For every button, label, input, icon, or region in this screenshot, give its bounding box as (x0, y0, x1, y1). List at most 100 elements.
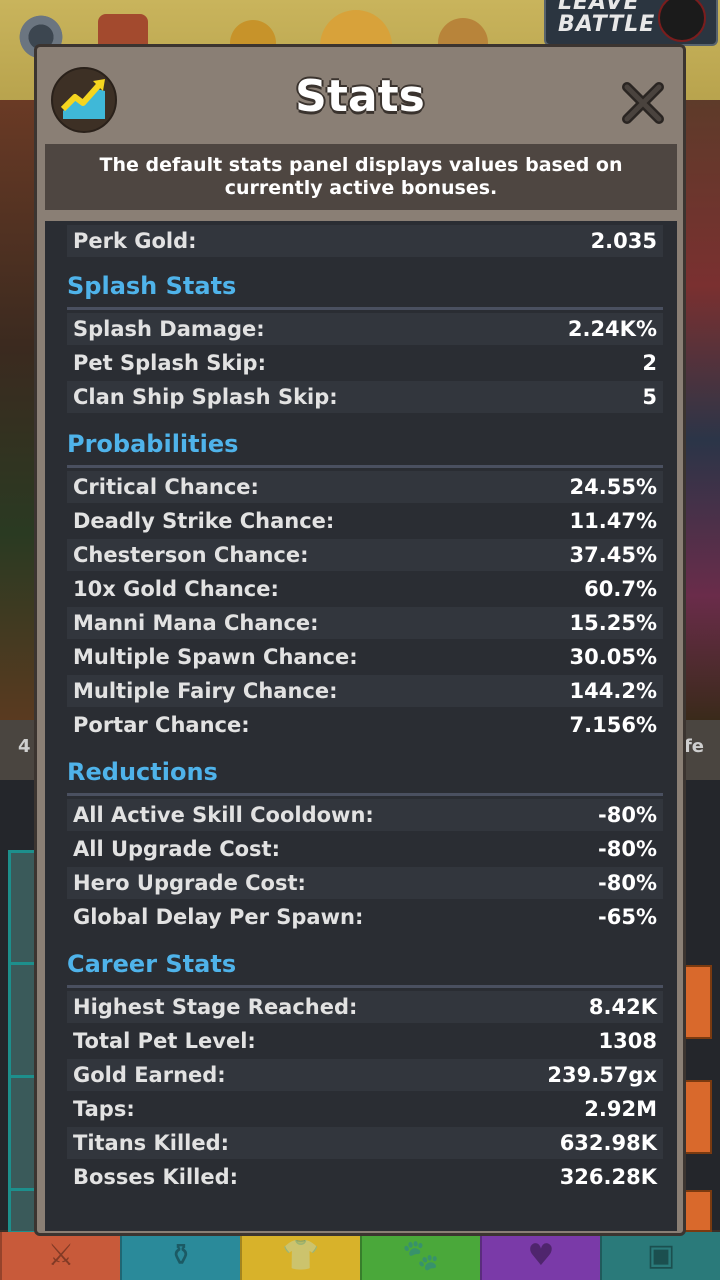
stat-row: Clan Ship Splash Skip: 5 (67, 381, 663, 413)
stat-label: Multiple Spawn Chance: (73, 645, 358, 669)
stat-value: 1308 (598, 1029, 657, 1053)
stat-row: Global Delay Per Spawn: -65% (67, 901, 663, 933)
stat-value: 15.25% (569, 611, 657, 635)
section-title: Reductions (67, 758, 218, 786)
stat-label: Manni Mana Chance: (73, 611, 319, 635)
section-title: Career Stats (67, 950, 237, 978)
bottom-tab-potion[interactable]: ⚱ (120, 1232, 240, 1280)
upgrade-button-bg (684, 1190, 712, 1232)
section-title: Probabilities (67, 430, 239, 458)
stat-value: 11.47% (569, 509, 657, 533)
strip-left-text: 4 (18, 736, 31, 757)
stat-label: Titans Killed: (73, 1131, 230, 1155)
stat-label: Bosses Killed: (73, 1165, 239, 1189)
boss-face-icon (658, 0, 706, 42)
stat-value: 7.156% (569, 713, 657, 737)
section-divider (67, 985, 663, 988)
stat-row: Gold Earned: 239.57gx (67, 1059, 663, 1091)
stat-label: Perk Gold: (73, 229, 197, 253)
close-icon (622, 82, 664, 124)
close-button[interactable] (619, 79, 667, 127)
stat-label: Gold Earned: (73, 1063, 226, 1087)
stat-label: Pet Splash Skip: (73, 351, 266, 375)
stat-row: Pet Splash Skip: 2 (67, 347, 663, 379)
stat-row: Hero Upgrade Cost: -80% (67, 867, 663, 899)
shirt-icon: 👕 (282, 1238, 320, 1273)
shop-icon: ▣ (646, 1238, 676, 1273)
section-title: Splash Stats (67, 272, 237, 300)
stat-row: Multiple Spawn Chance: 30.05% (67, 641, 663, 673)
stat-value: 30.05% (569, 645, 657, 669)
stat-label: Clan Ship Splash Skip: (73, 385, 338, 409)
stat-value: -80% (598, 837, 657, 861)
section-divider (67, 465, 663, 468)
stat-label: Hero Upgrade Cost: (73, 871, 306, 895)
bottom-tab-pet[interactable]: 🐾 (360, 1232, 480, 1280)
stat-row-perk-gold: Perk Gold: 2.035 (67, 225, 663, 257)
stat-value: 2.035 (590, 229, 657, 253)
stat-value: 60.7% (584, 577, 657, 601)
strip-right-text: fe (683, 736, 704, 757)
stat-value: 144.2% (569, 679, 657, 703)
stats-scroll-list[interactable]: Perk Gold: 2.035 Splash Stats Splash Dama… (45, 221, 677, 1231)
stat-value: 326.28K (559, 1165, 657, 1189)
stat-value: 37.45% (569, 543, 657, 567)
stat-label: Total Pet Level: (73, 1029, 256, 1053)
stat-value: 632.98K (559, 1131, 657, 1155)
stat-row: Titans Killed: 632.98K (67, 1127, 663, 1159)
stat-label: Multiple Fairy Chance: (73, 679, 338, 703)
stat-row: Multiple Fairy Chance: 144.2% (67, 675, 663, 707)
stat-value: -80% (598, 803, 657, 827)
stat-value: -80% (598, 871, 657, 895)
stat-value: 5 (642, 385, 657, 409)
stat-row: Splash Damage: 2.24K% (67, 313, 663, 345)
pet-icon: 🐾 (402, 1238, 440, 1273)
stat-label: Portar Chance: (73, 713, 250, 737)
leave-battle-label: LEAVE BATTLE (558, 0, 656, 37)
stat-label: Global Delay Per Spawn: (73, 905, 364, 929)
bottom-nav-bar: ⚔ ⚱ 👕 🐾 ♥ ▣ (0, 1232, 720, 1280)
stat-row: Manni Mana Chance: 15.25% (67, 607, 663, 639)
stat-row: Portar Chance: 7.156% (67, 709, 663, 741)
stat-value: 24.55% (569, 475, 657, 499)
upgrade-button-bg (684, 1080, 712, 1154)
stat-row: Taps: 2.92M (67, 1093, 663, 1125)
stat-label: All Upgrade Cost: (73, 837, 280, 861)
stat-label: Taps: (73, 1097, 135, 1121)
leave-battle-button[interactable]: LEAVE BATTLE (544, 0, 718, 46)
notice-banner: The default stats panel displays values … (45, 144, 677, 210)
stat-row: Critical Chance: 24.55% (67, 471, 663, 503)
stat-label: Highest Stage Reached: (73, 995, 358, 1019)
stat-value: 239.57gx (547, 1063, 657, 1087)
stat-row: Total Pet Level: 1308 (67, 1025, 663, 1057)
section-divider (67, 307, 663, 310)
upgrade-button-bg (684, 965, 712, 1039)
stat-label: Deadly Strike Chance: (73, 509, 335, 533)
notice-text: The default stats panel displays values … (99, 154, 623, 199)
stat-label: All Active Skill Cooldown: (73, 803, 374, 827)
modal-header: Stats (37, 47, 683, 147)
stat-value: 2.92M (584, 1097, 657, 1121)
stat-value: 8.42K (588, 995, 657, 1019)
stat-label: Chesterson Chance: (73, 543, 309, 567)
stat-value: 2.24K% (567, 317, 657, 341)
game-background-right (680, 100, 720, 720)
bottom-tab-shop[interactable]: ▣ (600, 1232, 720, 1280)
stats-modal: Stats The default stats panel displays v… (34, 44, 686, 1236)
stat-value: 2 (642, 351, 657, 375)
bottom-tab-shirt[interactable]: 👕 (240, 1232, 360, 1280)
bottom-tab-sword[interactable]: ⚔ (0, 1232, 120, 1280)
stat-row: Chesterson Chance: 37.45% (67, 539, 663, 571)
stat-row: Highest Stage Reached: 8.42K (67, 991, 663, 1023)
sword-icon: ⚔ (47, 1238, 75, 1273)
stat-row: 10x Gold Chance: 60.7% (67, 573, 663, 605)
section-divider (67, 793, 663, 796)
stat-row: All Upgrade Cost: -80% (67, 833, 663, 865)
potion-icon: ⚱ (168, 1238, 194, 1273)
stat-value: -65% (598, 905, 657, 929)
modal-title: Stats (295, 71, 425, 122)
bottom-tab-heart[interactable]: ♥ (480, 1232, 600, 1280)
stat-row: Deadly Strike Chance: 11.47% (67, 505, 663, 537)
stat-row: Bosses Killed: 326.28K (67, 1161, 663, 1193)
stat-label: Critical Chance: (73, 475, 259, 499)
